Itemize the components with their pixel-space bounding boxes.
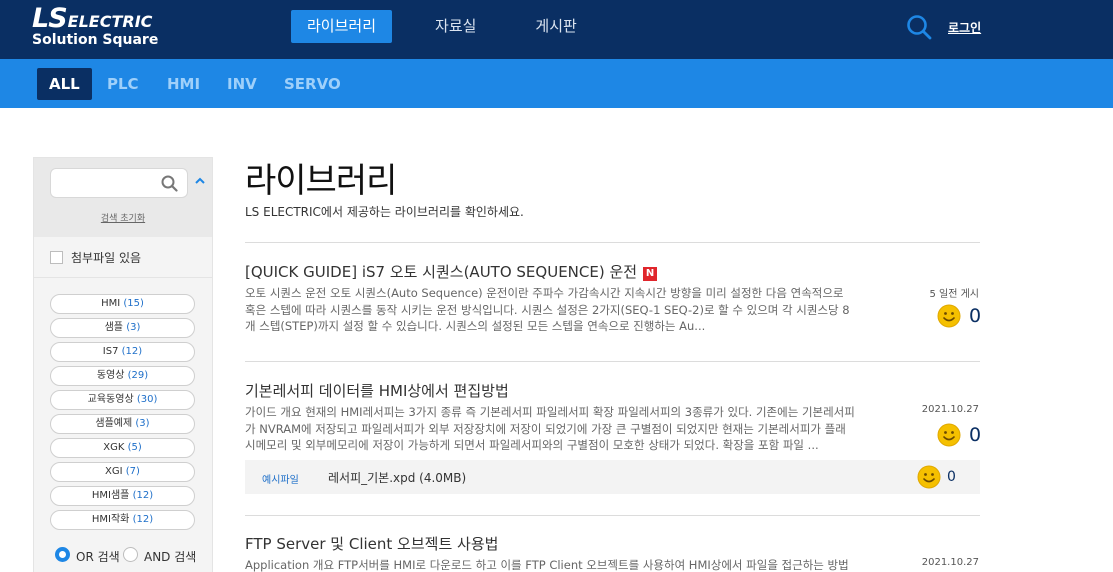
post-like[interactable]: 0 — [937, 423, 981, 449]
tag-count: (5) — [127, 442, 142, 453]
tag-name: IS7 — [102, 346, 119, 357]
sidebar-search-area: 검색 초기화 — [34, 158, 212, 237]
tag-name: 샘플예제 — [95, 418, 133, 429]
logo[interactable]: LSELECTRIC Solution Square — [32, 3, 159, 49]
post-date: 5 일전 게시 — [929, 289, 979, 300]
search-icon[interactable] — [161, 175, 178, 192]
attachment-filter[interactable]: 첨부파일 있음 — [34, 237, 212, 278]
like-count: 0 — [969, 424, 982, 446]
divider — [245, 361, 980, 362]
category-all[interactable]: ALL — [37, 68, 92, 100]
main-nav: 라이브러리 자료실 게시판 — [291, 10, 620, 43]
post-excerpt[interactable]: 가이드 개요 현재의 HMI레서피는 3가지 종류 즉 기본레서피 파일레서피 … — [245, 404, 855, 454]
attachment-row: 예시파일 레서피_기본.xpd (4.0MB) 0 — [245, 460, 980, 494]
tag-count: (15) — [123, 298, 144, 309]
tag-hmi-drawing[interactable]: HMI작화 (12) — [50, 510, 195, 530]
attachment-checkbox[interactable] — [50, 251, 63, 264]
post-title[interactable]: [QUICK GUIDE] iS7 오토 시퀀스(AUTO SEQUENCE) … — [245, 261, 658, 282]
post-date: 2021.10.27 — [921, 557, 979, 568]
filter-sidebar: 검색 초기화 첨부파일 있음 HMI (15) 샘플 (3) IS7 (12) … — [33, 157, 213, 572]
logo-ls: LS — [32, 3, 68, 34]
or-search-radio[interactable] — [55, 547, 70, 562]
login-link[interactable]: 로그인 — [948, 19, 981, 36]
category-bar: ALL PLC HMI INV SERVO — [0, 59, 1113, 108]
tag-name: 동영상 — [96, 370, 125, 381]
smile-icon[interactable] — [917, 465, 941, 489]
reset-search-link[interactable]: 검색 초기화 — [34, 211, 212, 224]
attachment-kind: 예시파일 — [262, 475, 299, 486]
sidebar-search-box — [50, 168, 188, 198]
tag-count: (3) — [135, 418, 150, 429]
post-like[interactable]: 0 — [937, 304, 981, 330]
attachment-like[interactable]: 0 — [917, 465, 967, 489]
post-title-text: [QUICK GUIDE] iS7 오토 시퀀스(AUTO SEQUENCE) … — [245, 263, 638, 281]
logo-subtitle: Solution Square — [32, 32, 159, 48]
and-search-label: AND 검색 — [144, 550, 197, 564]
chevron-up-icon[interactable] — [194, 175, 206, 187]
tag-sample[interactable]: 샘플 (3) — [50, 318, 195, 338]
new-badge: N — [643, 267, 658, 281]
divider — [245, 242, 980, 243]
attachment-filter-label: 첨부파일 있음 — [71, 251, 142, 265]
tag-is7[interactable]: IS7 (12) — [50, 342, 195, 362]
like-count: 0 — [947, 469, 956, 485]
tag-list: HMI (15) 샘플 (3) IS7 (12) 동영상 (29) 교육동영상 … — [34, 278, 212, 572]
tag-name: XGK — [103, 442, 125, 453]
post-title[interactable]: 기본레서피 데이터를 HMI상에서 편집방법 — [245, 380, 509, 401]
tag-video[interactable]: 동영상 (29) — [50, 366, 195, 386]
or-search-label: OR 검색 — [76, 550, 120, 564]
tag-xgk[interactable]: XGK (5) — [50, 438, 195, 458]
like-count: 0 — [969, 305, 982, 327]
tag-count: (29) — [127, 370, 149, 381]
category-plc[interactable]: PLC — [95, 68, 151, 100]
tag-hmi[interactable]: HMI (15) — [50, 294, 195, 314]
nav-library[interactable]: 라이브러리 — [291, 10, 393, 43]
nav-archive[interactable]: 자료실 — [419, 10, 492, 43]
tag-name: HMI샘플 — [91, 490, 130, 501]
top-header: LSELECTRIC Solution Square 라이브러리 자료실 게시판… — [0, 0, 1113, 59]
smile-icon[interactable] — [937, 304, 961, 328]
post-excerpt[interactable]: 오토 시퀀스 운전 오토 시퀀스(Auto Sequence) 운전이란 주파수… — [245, 285, 855, 335]
tag-count: (3) — [126, 322, 141, 333]
tag-sample-example[interactable]: 샘플예제 (3) — [50, 414, 195, 434]
category-servo[interactable]: SERVO — [272, 68, 353, 100]
tag-edu-video[interactable]: 교육동영상 (30) — [50, 390, 195, 410]
tag-count: (30) — [136, 394, 158, 405]
tag-count: (12) — [132, 514, 154, 525]
post-title[interactable]: FTP Server 및 Client 오브젝트 사용법 — [245, 533, 498, 554]
tag-count: (12) — [132, 490, 154, 501]
smile-icon[interactable] — [937, 423, 961, 447]
divider — [245, 515, 980, 516]
tag-count: (12) — [121, 346, 143, 357]
tag-name: XGI — [105, 466, 123, 477]
and-search-radio[interactable] — [123, 547, 138, 562]
attachment-file-link[interactable]: 레서피_기본.xpd (4.0MB) — [328, 469, 466, 486]
tag-xgi[interactable]: XGI (7) — [50, 462, 195, 482]
tag-hmi-sample[interactable]: HMI샘플 (12) — [50, 486, 195, 506]
search-mode-options: OR 검색 AND 검색 — [34, 545, 214, 565]
post-date: 2021.10.27 — [921, 404, 979, 415]
post-excerpt[interactable]: Application 개요 FTP서버를 HMI로 다운로드 하고 이를 FT… — [245, 557, 855, 572]
nav-board[interactable]: 게시판 — [519, 10, 592, 43]
category-inv[interactable]: INV — [215, 68, 269, 100]
logo-electric: ELECTRIC — [67, 12, 153, 31]
category-hmi[interactable]: HMI — [155, 68, 212, 100]
page-description: LS ELECTRIC에서 제공하는 라이브러리를 확인하세요. — [245, 205, 524, 219]
tag-name: HMI작화 — [91, 514, 130, 525]
page-title: 라이브러리 — [245, 161, 397, 201]
tag-name: 샘플 — [104, 322, 124, 333]
search-icon[interactable] — [906, 14, 932, 40]
tag-name: HMI — [101, 298, 121, 309]
tag-count: (7) — [125, 466, 140, 477]
tag-name: 교육동영상 — [87, 394, 134, 405]
sidebar-search-input[interactable] — [59, 169, 159, 197]
